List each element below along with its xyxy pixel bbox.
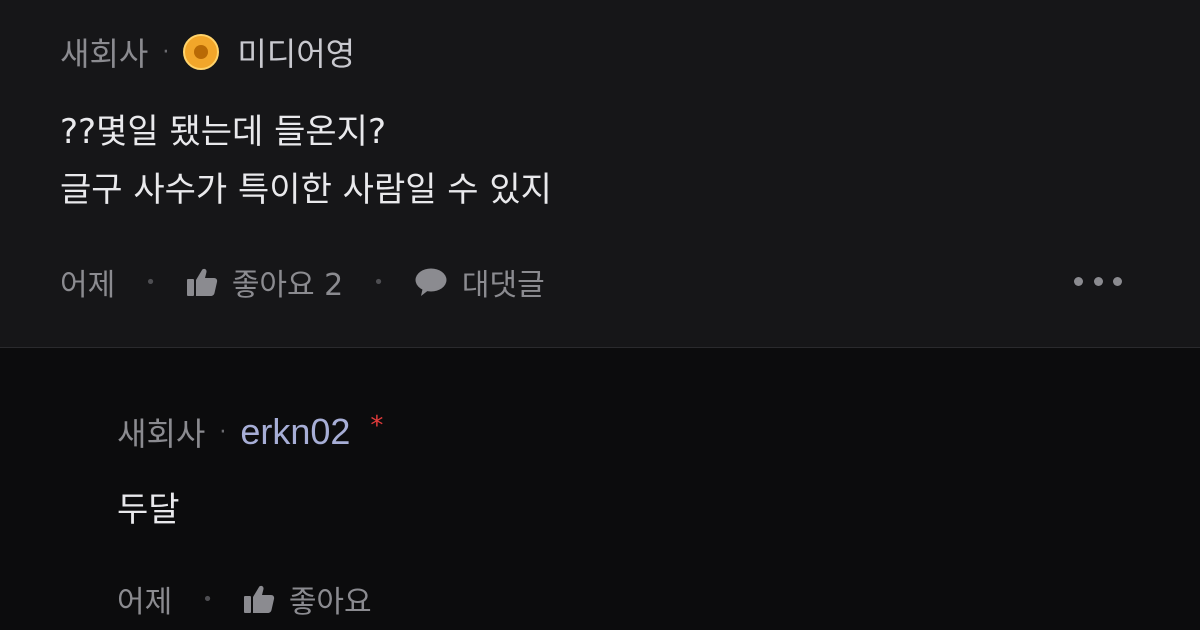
author-name[interactable]: 미디어영 xyxy=(237,29,355,75)
reply-button[interactable]: 대댓글 xyxy=(414,260,545,304)
author-name[interactable]: erkn02 xyxy=(240,411,350,453)
meta-separator: · xyxy=(219,419,227,445)
comment-actions: 어제 • 좋아요 xyxy=(117,577,372,621)
comment-actions: 어제 • 좋아요 2 • 대댓글 xyxy=(60,260,545,304)
comment-body: 두달 xyxy=(117,481,180,539)
thumbs-up-icon xyxy=(186,268,217,296)
action-separator: • xyxy=(202,588,213,610)
comment-line: 글구 사수가 특이한 사람일 수 있지 xyxy=(60,170,552,210)
action-separator: • xyxy=(145,271,156,293)
gold-medal-icon xyxy=(183,34,220,70)
comment-time: 어제 xyxy=(60,268,116,303)
thumbs-up-icon xyxy=(243,585,274,613)
comment-meta: 새회사 · 미디어영 xyxy=(60,30,355,74)
like-button[interactable]: 좋아요 2 xyxy=(186,260,343,304)
like-label: 좋아요 xyxy=(288,585,372,620)
more-horizontal-icon[interactable] xyxy=(1074,266,1122,296)
comment-line: ??몇일 됐는데 들온지? xyxy=(60,112,386,152)
meta-separator: · xyxy=(162,39,170,65)
comment-body: ??몇일 됐는데 들온지? 글구 사수가 특이한 사람일 수 있지 xyxy=(60,103,552,219)
comment-meta: 새회사 · erkn02 * xyxy=(117,410,383,454)
speech-bubble-icon xyxy=(415,268,447,296)
reply-label: 대댓글 xyxy=(461,268,545,303)
company-name: 새회사 xyxy=(60,35,149,73)
like-label: 좋아요 2 xyxy=(231,268,344,303)
author-mark: * xyxy=(370,411,384,441)
action-separator: • xyxy=(373,271,384,293)
like-button[interactable]: 좋아요 xyxy=(243,577,372,621)
comment-line: 두달 xyxy=(117,490,180,530)
company-name: 새회사 xyxy=(117,415,206,453)
comment-time: 어제 xyxy=(117,585,173,620)
reply-item: 새회사 · erkn02 * 두달 어제 • 좋아요 xyxy=(0,349,1200,630)
comment-item: 새회사 · 미디어영 ??몇일 됐는데 들온지? 글구 사수가 특이한 사람일 … xyxy=(0,0,1200,348)
